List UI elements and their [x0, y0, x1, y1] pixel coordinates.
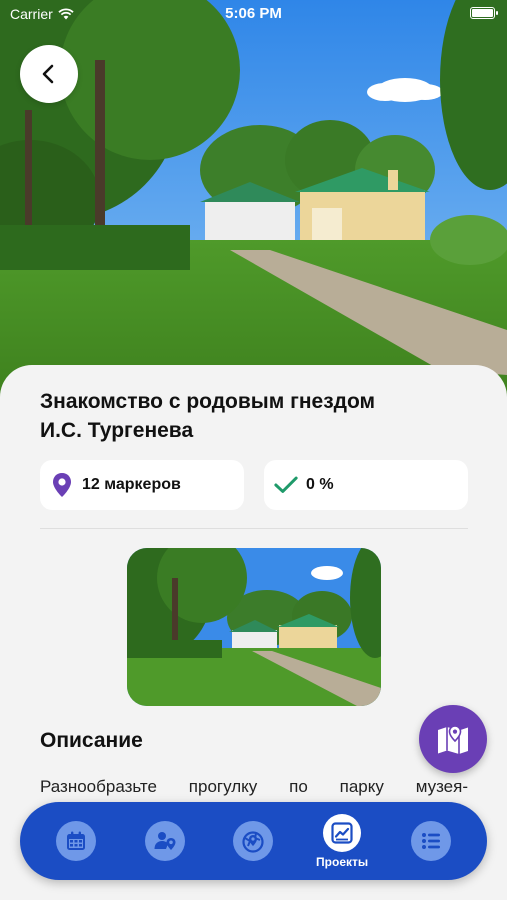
- calendar-icon: [56, 821, 97, 861]
- tour-title-line-1: Знакомство с родовым гнездом: [40, 390, 376, 413]
- map-location-icon: [438, 725, 468, 754]
- description-title: Описание: [40, 729, 143, 752]
- projects-chart-icon: [323, 813, 362, 852]
- status-bar: Carrier 5:06 PM: [0, 0, 507, 28]
- back-button[interactable]: [20, 45, 78, 103]
- map-button[interactable]: [419, 705, 487, 773]
- status-time: 5:06 PM: [225, 5, 282, 22]
- tab-user-location[interactable]: [129, 806, 201, 876]
- globe-pin-icon: [233, 821, 274, 861]
- hero-photo: [0, 0, 507, 410]
- progress-card: 0 %: [264, 460, 468, 510]
- tab-calendar[interactable]: [40, 806, 112, 876]
- tab-globe-location[interactable]: [217, 806, 289, 876]
- map-pin-icon: [50, 473, 74, 497]
- checkmark-icon: [274, 473, 298, 497]
- tour-title: Знакомство с родовым гнездом И.С. Турген…: [40, 387, 460, 445]
- user-location-icon: [144, 821, 185, 861]
- tour-title-line-2: И.С. Тургенева: [40, 419, 194, 442]
- tab-projects-label: Проекты: [316, 854, 369, 869]
- description-text: Разнообразьте прогулку по парку музея-: [40, 777, 468, 796]
- tab-projects[interactable]: Проекты: [306, 806, 378, 876]
- bottom-tab-bar: Проекты: [20, 802, 487, 880]
- markers-count-card: 12 маркеров: [40, 460, 244, 510]
- divider: [40, 528, 468, 529]
- list-icon: [410, 821, 451, 861]
- tab-list[interactable]: [395, 806, 467, 876]
- progress-label: 0 %: [306, 476, 334, 493]
- chevron-left-icon: [42, 64, 54, 84]
- markers-count-label: 12 маркеров: [82, 476, 181, 493]
- tour-thumbnail[interactable]: [127, 548, 381, 706]
- battery-icon: [470, 7, 498, 19]
